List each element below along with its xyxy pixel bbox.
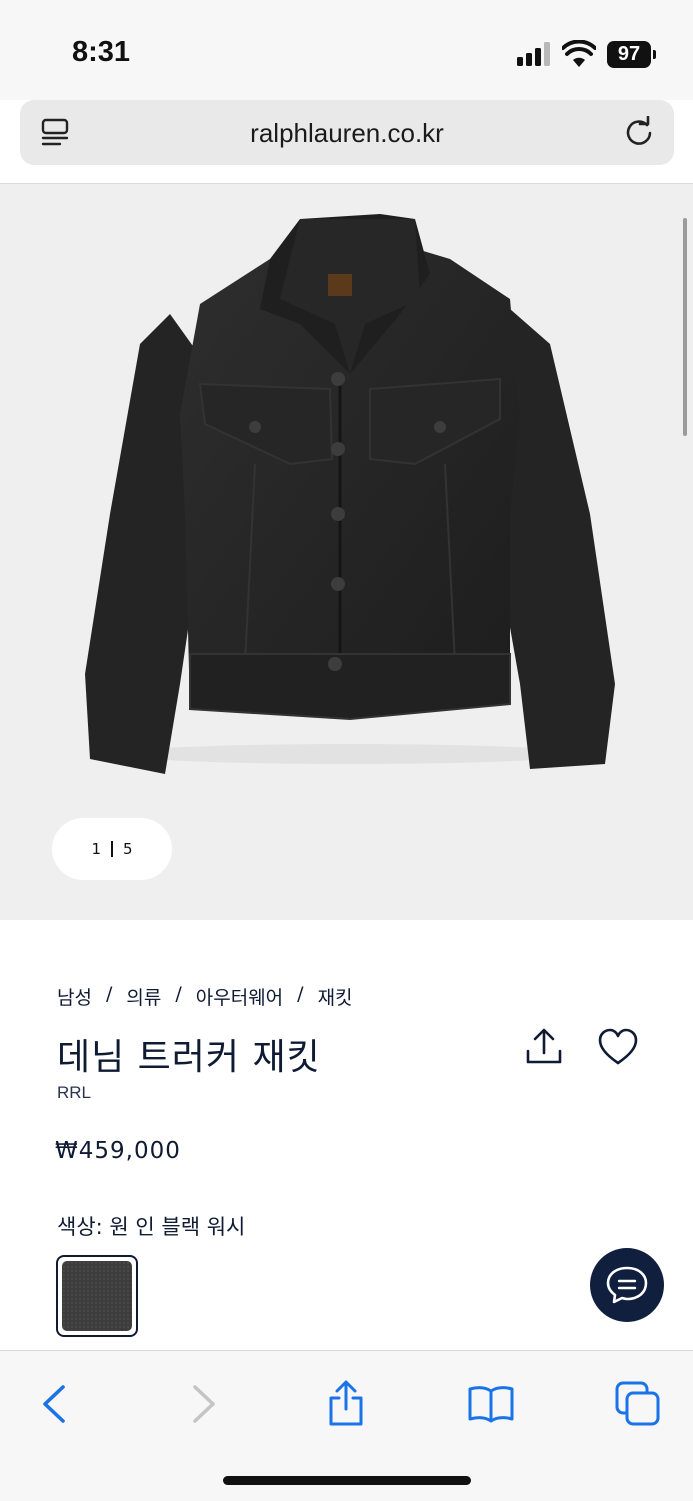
chevron-left-icon[interactable] [30,1379,80,1429]
battery-level: 97 [607,41,651,68]
color-label: 색상: 원 인 블랙 워시 [57,1215,246,1239]
breadcrumb-item-men[interactable]: 남성 [57,983,92,1010]
breadcrumb-item-outerwear[interactable]: 아우터웨어 [196,983,283,1010]
chevron-right-icon[interactable] [178,1379,228,1429]
product-photo[interactable] [70,214,630,774]
breadcrumb: 남성 / 의류 / 아우터웨어 / 재킷 [57,983,353,1010]
reload-icon[interactable] [623,116,655,148]
url-text[interactable]: ralphlauren.co.kr [20,118,674,149]
image-counter: 1 5 [52,818,172,880]
counter-separator [111,841,113,857]
product-image-gallery[interactable]: 1 5 [0,184,693,920]
address-bar[interactable]: ralphlauren.co.kr [20,100,674,165]
book-icon[interactable] [466,1379,516,1429]
product-brand: RRL [57,1083,92,1102]
browser-toolbar [0,1350,693,1501]
product-title: 데님 트러커 재킷 [57,1037,321,1078]
image-counter-total: 5 [123,840,133,858]
breadcrumb-separator: / [175,983,182,1005]
battery-icon: 97 [607,41,656,68]
chat-icon [606,1266,648,1304]
breadcrumb-item-jackets[interactable]: 재킷 [318,983,353,1010]
breadcrumb-item-clothing[interactable]: 의류 [126,983,161,1010]
heart-icon[interactable] [597,1027,639,1067]
image-counter-current: 1 [91,840,101,858]
swatch-fill [62,1261,132,1331]
share-icon[interactable] [321,1379,371,1429]
product-price: ₩459,000 [55,1138,181,1164]
wifi-icon [562,40,596,67]
cellular-signal-icon [517,42,553,66]
tabs-icon[interactable] [613,1379,663,1429]
breadcrumb-separator: / [297,983,304,1005]
chat-button[interactable] [590,1248,664,1322]
breadcrumb-separator: / [105,983,113,1005]
page-scrollbar[interactable] [683,218,687,436]
share-icon[interactable] [524,1027,564,1067]
status-time: 8:31 [72,36,131,68]
color-swatch-black-wash[interactable] [56,1255,138,1337]
home-indicator [223,1476,471,1485]
status-bar: 8:31 97 [0,0,693,100]
